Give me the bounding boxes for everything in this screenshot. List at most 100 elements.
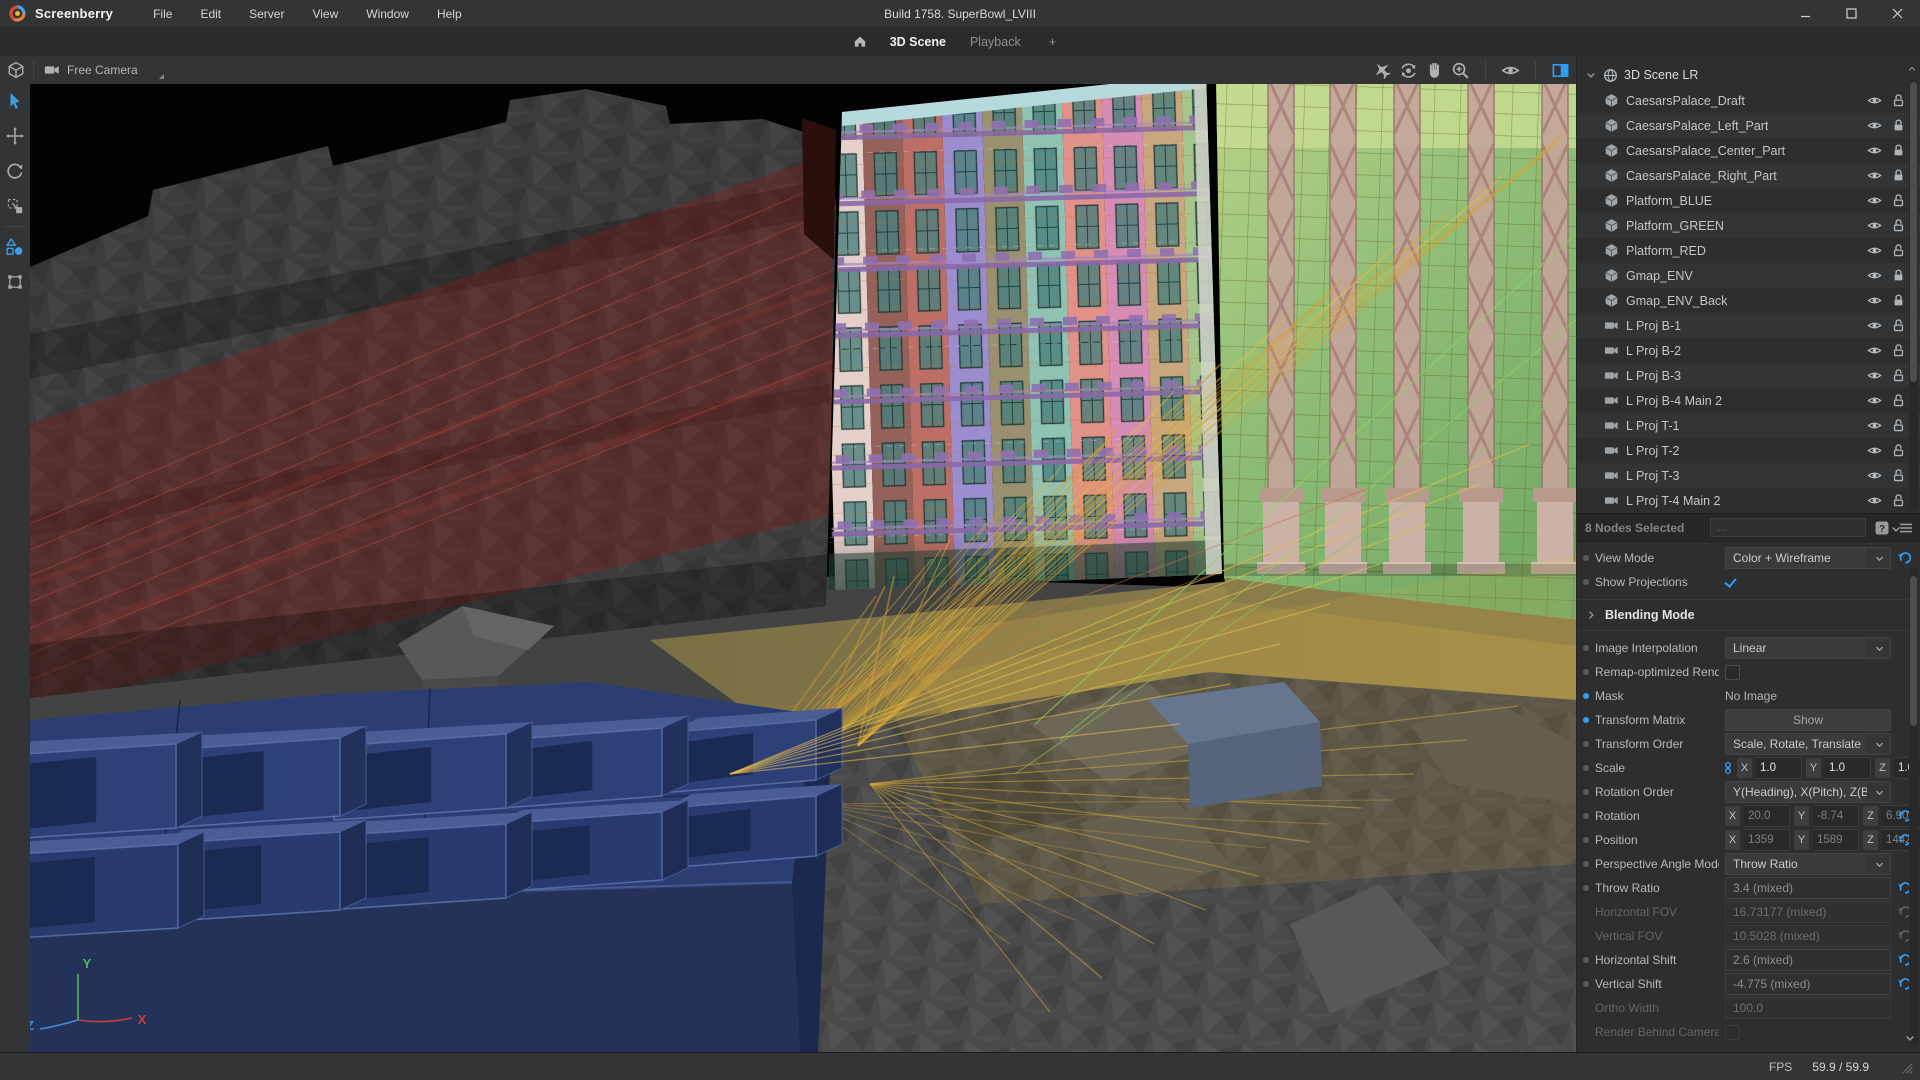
tab-3d-scene[interactable]: 3D Scene — [878, 29, 958, 55]
tab-playback[interactable]: Playback — [958, 29, 1033, 55]
menu-file[interactable]: File — [139, 2, 186, 26]
tree-node-l-proj-t-1[interactable]: L Proj T-1 — [1577, 413, 1920, 438]
visibility-eye-icon[interactable] — [1867, 318, 1882, 333]
lock-open-icon[interactable] — [1891, 468, 1906, 483]
menu-edit[interactable]: Edit — [186, 2, 235, 26]
tree-node-gmap-env-back[interactable]: Gmap_ENV_Back — [1577, 288, 1920, 313]
visibility-eye-icon[interactable] — [1867, 393, 1882, 408]
lock-open-icon[interactable] — [1891, 193, 1906, 208]
reset-icon[interactable] — [1897, 551, 1912, 566]
visibility-eye-icon[interactable] — [1867, 168, 1882, 183]
home-icon[interactable] — [852, 34, 868, 49]
visibility-eye-icon[interactable] — [1867, 218, 1882, 233]
lock-closed-icon[interactable] — [1891, 118, 1906, 133]
lock-open-icon[interactable] — [1891, 343, 1906, 358]
position-y-field[interactable]: 1589 — [1813, 829, 1859, 851]
vertical-shift-input[interactable]: -4.775 (mixed) — [1725, 973, 1891, 995]
orbit-icon[interactable] — [1399, 61, 1418, 80]
lock-open-icon[interactable] — [1891, 93, 1906, 108]
visibility-eye-icon[interactable] — [1867, 293, 1882, 308]
visibility-eye-icon[interactable] — [1867, 368, 1882, 383]
visibility-eye-icon[interactable] — [1867, 193, 1882, 208]
tree-node-gmap-env[interactable]: Gmap_ENV — [1577, 263, 1920, 288]
visibility-eye-icon[interactable] — [1867, 443, 1882, 458]
tree-node-caesarspalace-left-part[interactable]: CaesarsPalace_Left_Part — [1577, 113, 1920, 138]
close-button[interactable] — [1874, 0, 1920, 27]
tree-scrollbar[interactable] — [1909, 80, 1918, 510]
camera-selector[interactable]: Free Camera — [42, 58, 164, 82]
tree-node-l-proj-b-3[interactable]: L Proj B-3 — [1577, 363, 1920, 388]
lock-closed-icon[interactable] — [1891, 268, 1906, 283]
visibility-eye-icon[interactable] — [1867, 418, 1882, 433]
viewport-canvas[interactable]: Y X Z — [30, 84, 1576, 1052]
rotate-tool-icon[interactable] — [6, 162, 24, 180]
rotation-x-field[interactable]: 20.0 — [1744, 805, 1790, 827]
menu-server[interactable]: Server — [235, 2, 298, 26]
visibility-eye-icon[interactable] — [1867, 493, 1882, 508]
scale-x-field[interactable]: 1.0 — [1756, 757, 1802, 779]
pan-hand-icon[interactable] — [1425, 61, 1444, 80]
visibility-eye-icon[interactable] — [1867, 268, 1882, 283]
tree-node-l-proj-b-4-main-2[interactable]: L Proj B-4 Main 2 — [1577, 388, 1920, 413]
tree-root[interactable]: 3D Scene LR — [1577, 62, 1920, 88]
position-x-field[interactable]: 1359 — [1744, 829, 1790, 851]
lock-open-icon[interactable] — [1891, 418, 1906, 433]
horizontal-shift-input[interactable]: 2.6 (mixed) — [1725, 949, 1891, 971]
tree-node-l-proj-b-2[interactable]: L Proj B-2 — [1577, 338, 1920, 363]
menu-view[interactable]: View — [298, 2, 352, 26]
perspective-angle-mode-select[interactable]: Throw Ratio — [1725, 853, 1891, 875]
tree-node-caesarspalace-right-part[interactable]: CaesarsPalace_Right_Part — [1577, 163, 1920, 188]
tree-node-platform-red[interactable]: Platform_RED — [1577, 238, 1920, 263]
scale-tool-icon[interactable] — [6, 197, 24, 215]
tree-node-caesarspalace-draft[interactable]: CaesarsPalace_Draft — [1577, 88, 1920, 113]
properties-scroll-down-icon[interactable] — [1904, 1032, 1916, 1044]
bounding-box-tool-icon[interactable] — [6, 273, 24, 291]
visibility-eye-icon[interactable] — [1867, 143, 1882, 158]
link-icon[interactable] — [1721, 761, 1735, 775]
zoom-icon[interactable] — [1451, 61, 1470, 80]
move-tool-icon[interactable] — [6, 127, 24, 145]
view-mode-select[interactable]: Color + Wireframe — [1725, 547, 1891, 569]
image-interpolation-select[interactable]: Linear — [1725, 637, 1891, 659]
remap-optimized-rende-checkbox[interactable] — [1725, 665, 1740, 680]
tree-node-caesarspalace-center-part[interactable]: CaesarsPalace_Center_Part — [1577, 138, 1920, 163]
tree-node-l-proj-t-4-main-2[interactable]: L Proj T-4 Main 2 — [1577, 488, 1920, 513]
transform-order-select[interactable]: Scale, Rotate, Translate — [1725, 733, 1891, 755]
show-projections-checkbox[interactable] — [1725, 576, 1738, 589]
visibility-eye-icon[interactable] — [1867, 93, 1882, 108]
visibility-eye-icon[interactable] — [1867, 118, 1882, 133]
side-panel-toggle-icon[interactable] — [1551, 61, 1570, 80]
tree-node-l-proj-t-2[interactable]: L Proj T-2 — [1577, 438, 1920, 463]
properties-scrollbar[interactable] — [1909, 568, 1918, 1046]
lock-closed-icon[interactable] — [1891, 168, 1906, 183]
throw-ratio-input[interactable]: 3.4 (mixed) — [1725, 877, 1891, 899]
view-cube-icon[interactable] — [7, 61, 25, 79]
visibility-options-icon[interactable] — [1501, 61, 1520, 80]
section-blending-mode[interactable]: Blending Mode — [1577, 599, 1920, 631]
select-tool-icon[interactable] — [6, 92, 24, 110]
tree-node-platform-green[interactable]: Platform_GREEN — [1577, 213, 1920, 238]
rotation-order-select[interactable]: Y(Heading), X(Pitch), Z(B — [1725, 781, 1891, 803]
help-icon[interactable]: ? — [1874, 520, 1890, 536]
menu-help[interactable]: Help — [423, 2, 476, 26]
tree-filter-input[interactable] — [1710, 518, 1866, 537]
tree-node-l-proj-t-3[interactable]: L Proj T-3 — [1577, 463, 1920, 488]
lock-open-icon[interactable] — [1891, 368, 1906, 383]
tree-scroll-down-icon[interactable] — [1890, 523, 1902, 535]
maximize-button[interactable] — [1828, 0, 1874, 27]
visibility-eye-icon[interactable] — [1867, 343, 1882, 358]
lock-open-icon[interactable] — [1891, 443, 1906, 458]
menu-window[interactable]: Window — [352, 2, 423, 26]
resize-grip-icon[interactable] — [1899, 1060, 1914, 1075]
fly-mode-icon[interactable] — [1373, 61, 1392, 80]
minimize-button[interactable] — [1782, 0, 1828, 27]
shapes-tool-icon[interactable] — [6, 238, 24, 256]
visibility-eye-icon[interactable] — [1867, 468, 1882, 483]
rotation-y-field[interactable]: -8.74 — [1813, 805, 1859, 827]
lock-open-icon[interactable] — [1891, 393, 1906, 408]
lock-closed-icon[interactable] — [1891, 293, 1906, 308]
tree-scroll-up-icon[interactable] — [1907, 64, 1917, 74]
lock-open-icon[interactable] — [1891, 318, 1906, 333]
tree-node-l-proj-b-1[interactable]: L Proj B-1 — [1577, 313, 1920, 338]
tree-node-platform-blue[interactable]: Platform_BLUE — [1577, 188, 1920, 213]
